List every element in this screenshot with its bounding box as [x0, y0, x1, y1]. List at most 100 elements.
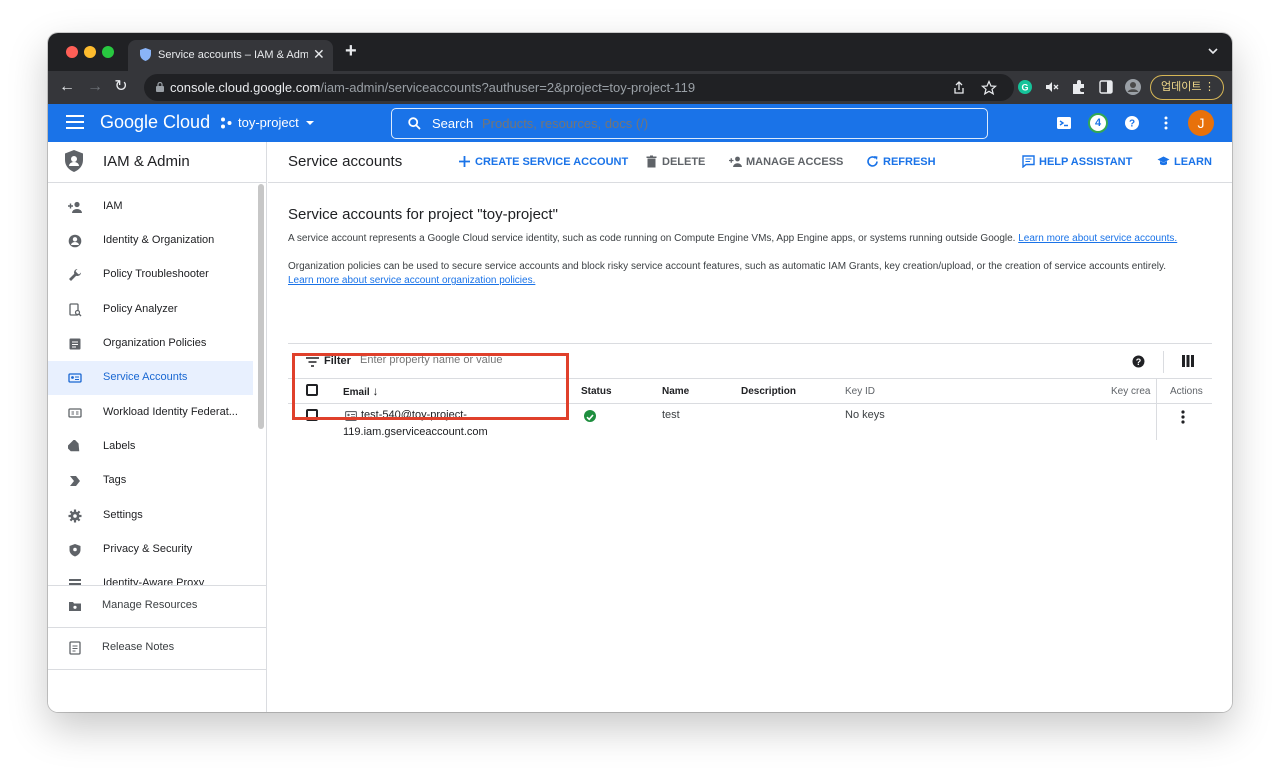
refresh-label: REFRESH [883, 156, 936, 168]
forward-button[interactable]: → [85, 76, 105, 98]
sidebar-item-identity-organization[interactable]: Identity & Organization [48, 224, 253, 258]
column-header-description[interactable]: Description [741, 386, 796, 397]
account-circle-icon [68, 234, 82, 248]
close-tab-icon[interactable]: ✕ [313, 46, 325, 63]
url-host: console.cloud.google.com [170, 80, 321, 95]
highlight-annotation [292, 353, 569, 420]
bookmark-star-icon[interactable] [980, 79, 998, 97]
cloud-shell-icon[interactable] [1056, 115, 1072, 131]
sidebar-item-identity-aware-proxy[interactable]: Identity-Aware Proxy [48, 567, 253, 585]
profile-avatar-icon[interactable] [1124, 78, 1142, 96]
back-button[interactable]: ← [57, 76, 77, 98]
more-vert-icon[interactable] [1158, 115, 1174, 131]
sidebar-item-label: Labels [103, 440, 136, 452]
share-icon[interactable] [950, 79, 968, 97]
close-window-button[interactable] [66, 46, 78, 58]
sidebar-item-policy-troubleshooter[interactable]: Policy Troubleshooter [48, 258, 253, 292]
shield-icon [69, 544, 81, 557]
column-header-key-id[interactable]: Key ID [845, 386, 875, 397]
sidebar-item-iam[interactable]: IAM [48, 190, 253, 224]
help-assistant-label: HELP ASSISTANT [1039, 156, 1133, 168]
help-icon[interactable]: ? [1124, 115, 1140, 131]
tab-title: Service accounts – IAM & Admin [158, 49, 308, 61]
sidebar-item-tags[interactable]: Tags [48, 464, 253, 498]
refresh-icon [867, 156, 878, 167]
delete-label: DELETE [662, 156, 706, 168]
google-cloud-logo[interactable]: Google Cloud [100, 112, 210, 133]
sidebar-item-label: Service Accounts [103, 371, 188, 383]
search-icon [408, 117, 421, 130]
notifications-badge[interactable]: 4 [1088, 113, 1108, 133]
email-link-continued[interactable]: 119.iam.gserviceaccount.com [343, 426, 488, 438]
extensions-puzzle-icon[interactable] [1070, 78, 1088, 96]
url-bar[interactable]: console.cloud.google.com/iam-admin/servi… [144, 74, 1014, 101]
org-policies-description: Organization policies can be used to sec… [288, 261, 1167, 272]
key-id-cell: No keys [845, 409, 885, 421]
release-notes-link[interactable]: Release Notes [48, 628, 267, 668]
sidebar-item-privacy-security[interactable]: Privacy & Security [48, 533, 253, 567]
shield-icon [65, 150, 83, 172]
sidebar-item-label: Workload Identity Federat... [103, 406, 238, 418]
update-button[interactable]: 업데이트 ⋮ [1150, 75, 1224, 100]
manage-resources-link[interactable]: Manage Resources [48, 586, 267, 626]
sidebar-item-label: Privacy & Security [103, 543, 193, 555]
grammarly-extension-icon[interactable]: G [1016, 78, 1034, 96]
sidebar-item-labels[interactable]: Labels [48, 430, 253, 464]
sidebar-header: IAM & Admin [48, 142, 267, 183]
sidebar-item-settings[interactable]: Settings [48, 499, 253, 533]
section-title: Service accounts for project "toy-projec… [288, 206, 558, 223]
project-hierarchy-icon [221, 117, 232, 129]
sidebar-item-workload-identity-federation[interactable]: Workload Identity Federat... [48, 396, 253, 430]
minimize-window-button[interactable] [84, 46, 96, 58]
sidebar-item-label: Settings [103, 509, 143, 521]
address-bar: ← → ↻ console.cloud.google.com/iam-admin… [48, 71, 1232, 104]
release-notes-icon [69, 641, 81, 655]
browser-window: Service accounts – IAM & Admin ✕ + ← → ↻… [48, 33, 1232, 712]
column-header-status[interactable]: Status [581, 386, 612, 397]
update-label: 업데이트 [1161, 81, 1202, 93]
sidebar-item-label: Identity & Organization [103, 234, 215, 246]
lock-icon [156, 82, 164, 92]
search-input[interactable] [482, 116, 782, 131]
sidebar-item-policy-analyzer[interactable]: Policy Analyzer [48, 293, 253, 327]
sidebar: IAM & Admin IAM Identity & Organization … [48, 142, 267, 712]
resources-icon [69, 602, 81, 611]
svg-text:G: G [1021, 83, 1028, 93]
org-policies-link-row: Learn more about service account organiz… [288, 274, 535, 288]
menu-icon[interactable] [66, 115, 84, 129]
column-header-key-created[interactable]: Key crea [1111, 386, 1155, 397]
column-header-name[interactable]: Name [662, 386, 689, 397]
main-content: Service accounts CREATE SERVICE ACCOUNT … [268, 142, 1232, 712]
account-avatar[interactable]: J [1188, 110, 1214, 136]
trash-icon [646, 155, 657, 168]
learn-label: LEARN [1174, 156, 1212, 168]
maximize-window-button[interactable] [102, 46, 114, 58]
search-box[interactable]: Search [391, 108, 988, 139]
sidebar-item-service-accounts[interactable]: Service Accounts [48, 361, 253, 395]
browser-tab[interactable]: Service accounts – IAM & Admin ✕ [128, 40, 333, 71]
manage-resources-label: Manage Resources [102, 599, 198, 611]
help-icon[interactable]: ? [1132, 355, 1145, 368]
action-toolbar: Service accounts CREATE SERVICE ACCOUNT … [268, 142, 1232, 183]
mute-icon[interactable] [1043, 78, 1061, 96]
status-enabled-icon [584, 410, 596, 422]
sidebar-item-organization-policies[interactable]: Organization Policies [48, 327, 253, 361]
create-label: CREATE SERVICE ACCOUNT [475, 156, 629, 168]
reading-list-icon[interactable] [1097, 78, 1115, 96]
learn-more-service-accounts-link[interactable]: Learn more about service accounts. [1018, 233, 1177, 244]
column-display-icon[interactable] [1182, 355, 1194, 367]
label-icon [68, 440, 80, 452]
gear-icon [68, 509, 82, 523]
caret-down-icon [306, 121, 314, 125]
new-tab-button[interactable]: + [345, 40, 357, 63]
learn-more-org-policies-link[interactable]: Learn more about service account organiz… [288, 275, 535, 286]
url-path: /iam-admin/serviceaccounts?authuser=2&pr… [320, 80, 696, 95]
column-header-actions: Actions [1170, 386, 1203, 397]
sidebar-scrollbar[interactable] [258, 184, 264, 429]
reload-button[interactable]: ↻ [111, 76, 131, 98]
chevron-down-icon[interactable] [1206, 44, 1220, 58]
sidebar-item-label: Identity-Aware Proxy [103, 577, 205, 585]
more-vert-icon[interactable] [1181, 410, 1185, 424]
list-document-icon [69, 338, 81, 350]
proxy-icon [69, 579, 81, 585]
